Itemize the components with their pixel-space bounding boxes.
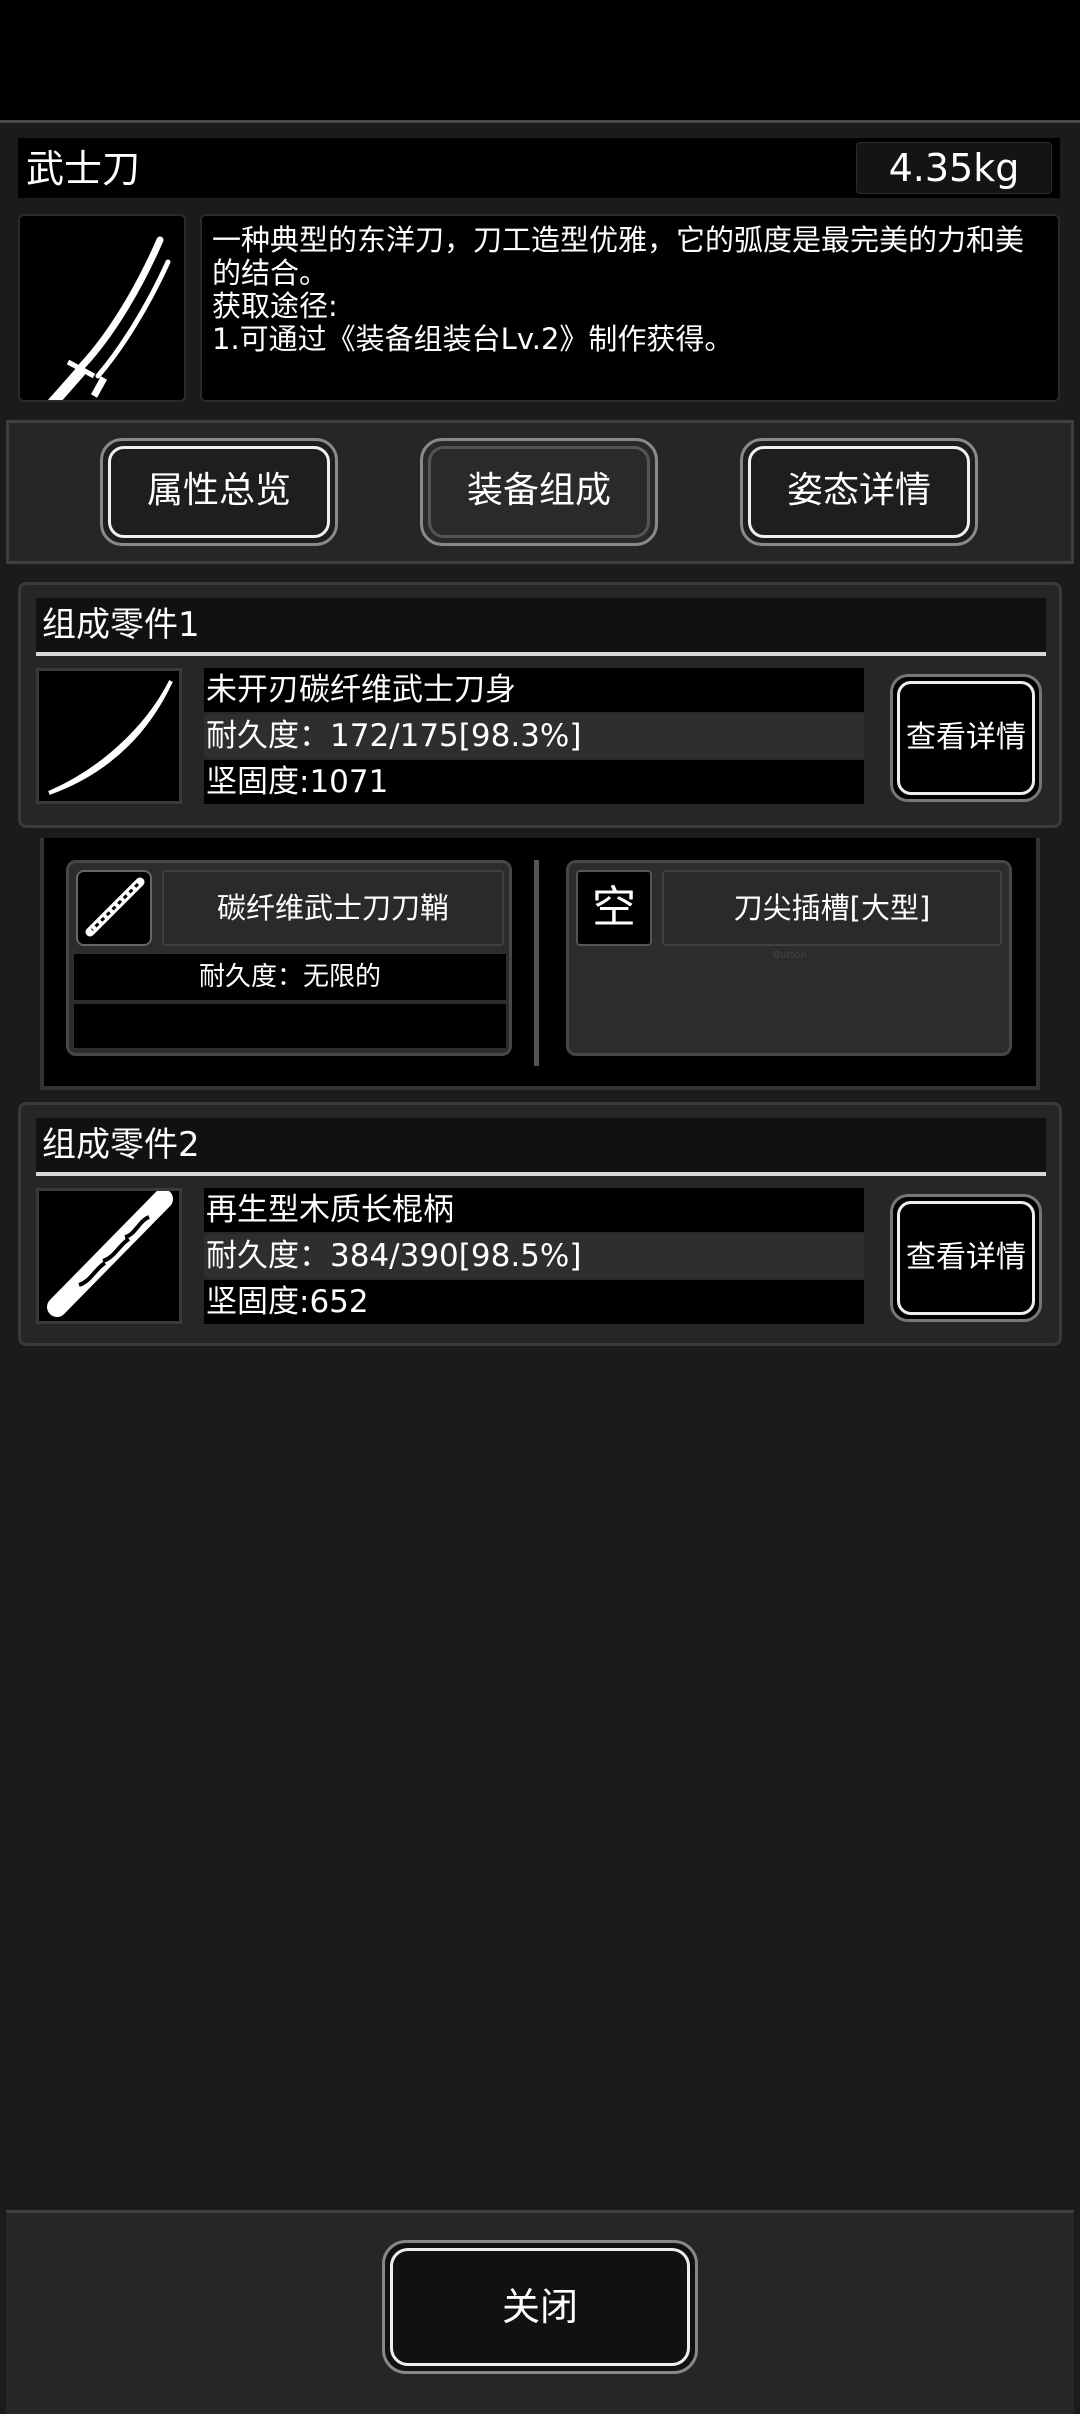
- katana-icon: [18, 214, 186, 412]
- sheath-empty-row: [74, 1004, 506, 1048]
- part-name: 未开刃碳纤维武士刀身: [204, 668, 864, 712]
- item-name: 武士刀: [26, 147, 141, 191]
- description-text: 一种典型的东洋刀，刀工造型优雅，它的弧度是最完美的力和美的结合。: [212, 223, 1025, 290]
- part-hardness: 坚固度:652: [204, 1280, 864, 1324]
- part-durability: 耐久度：384/390[98.5%]: [204, 1234, 864, 1278]
- tab-attributes[interactable]: 属性总览: [100, 438, 338, 546]
- part-header-2: 组成零件2: [36, 1118, 1046, 1176]
- tab-stance[interactable]: 姿态详情: [740, 438, 978, 546]
- part-name: 再生型木质长棍柄: [204, 1188, 864, 1232]
- item-weight: 4.35kg: [856, 142, 1052, 194]
- divider: [534, 860, 539, 1066]
- view-details-button[interactable]: 查看详情: [890, 674, 1042, 802]
- part-hardness: 坚固度:1071: [204, 760, 864, 804]
- sheath-name: 碳纤维武士刀刀鞘: [162, 870, 504, 946]
- empty-slot-icon: 空: [576, 870, 652, 946]
- part-header-1: 组成零件1: [36, 598, 1046, 656]
- source-line: 1.可通过《装备组装台Lv.2》制作获得。: [212, 322, 734, 356]
- view-details-button[interactable]: 查看详情: [890, 1194, 1042, 1322]
- sheath-durability: 耐久度：无限的: [74, 954, 506, 1000]
- blade-icon: [36, 668, 182, 804]
- tab-composition[interactable]: 装备组成: [420, 438, 658, 546]
- ghost-button-label: Button: [773, 950, 807, 961]
- handle-icon: [36, 1188, 182, 1324]
- close-button[interactable]: 关闭: [382, 2240, 698, 2374]
- sheath-icon: [76, 870, 152, 946]
- item-description: 一种典型的东洋刀，刀工造型优雅，它的弧度是最完美的力和美的结合。 获取途径: 1…: [200, 214, 1060, 402]
- tip-slot-name: 刀尖插槽[大型]: [662, 870, 1002, 946]
- part-durability: 耐久度：172/175[98.3%]: [204, 714, 864, 758]
- source-label: 获取途径:: [212, 289, 338, 323]
